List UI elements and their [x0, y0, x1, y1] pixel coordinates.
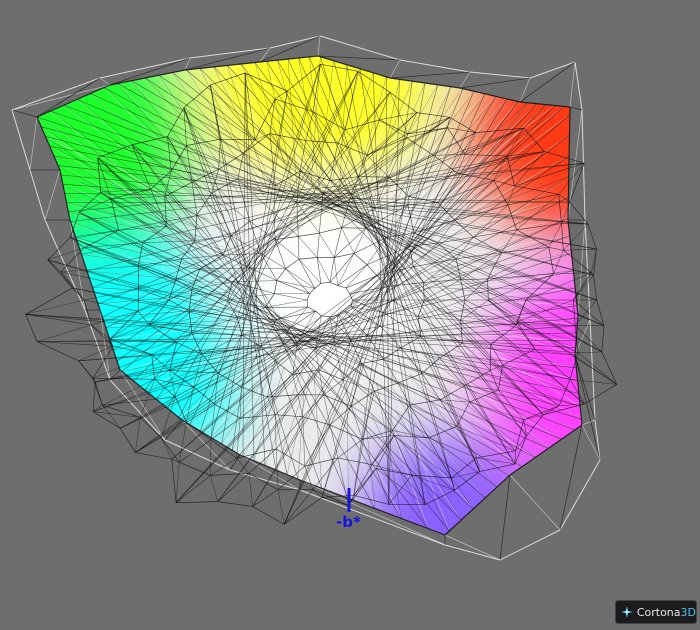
reference-boundary	[269, 35, 321, 49]
mesh-edge	[47, 236, 71, 261]
boundary-strut	[499, 474, 511, 561]
mesh-edge	[176, 501, 218, 503]
mesh-edge	[92, 411, 121, 429]
mesh-edge	[210, 475, 219, 502]
mesh-edge	[92, 411, 141, 418]
boundary-strut	[569, 61, 576, 108]
mesh-edge	[102, 405, 121, 429]
boundary-strut	[29, 116, 38, 171]
mesh-edge	[587, 223, 597, 250]
mesh-edge	[236, 457, 250, 474]
mesh-edge	[175, 475, 211, 503]
mesh-edge	[596, 299, 605, 326]
mesh-edge	[210, 457, 237, 476]
mesh-edge	[321, 497, 349, 506]
reference-boundary	[189, 47, 271, 59]
cortona-star-icon	[620, 605, 633, 619]
mesh-edge	[179, 462, 211, 476]
mesh-edge	[210, 473, 249, 476]
reference-boundary	[399, 59, 471, 73]
mesh-edge	[248, 473, 253, 507]
boundary-strut	[559, 424, 583, 531]
mesh-edge	[92, 382, 96, 412]
boundary-strut	[577, 219, 586, 316]
mesh-edge	[95, 381, 103, 406]
color-gamut-3d-view[interactable]	[0, 0, 700, 630]
boundary-strut	[389, 71, 471, 79]
mesh-edge	[569, 163, 585, 203]
3d-viewport[interactable]: -b* Cortona3D	[0, 0, 700, 630]
mesh-edge	[25, 287, 73, 315]
mesh-edge	[135, 417, 141, 453]
boundary-strut	[459, 71, 471, 89]
reference-boundary	[29, 169, 46, 221]
mesh-edge	[25, 299, 85, 315]
reference-boundary	[559, 459, 601, 531]
mesh-edge	[135, 452, 172, 460]
mesh-edge	[277, 489, 285, 525]
reference-boundary	[499, 529, 561, 561]
mesh-edge	[178, 422, 187, 463]
boundary-strut	[581, 424, 601, 461]
logo-accent-text: 3D	[680, 605, 696, 619]
mesh-edge	[593, 275, 598, 301]
boundary-strut	[11, 109, 38, 118]
mesh-edge	[217, 501, 253, 507]
boundary-strut	[317, 35, 321, 57]
reference-boundary	[529, 61, 576, 79]
mesh-edge	[36, 324, 92, 342]
mesh-edge	[175, 462, 180, 503]
mesh-edge	[171, 459, 177, 503]
boundary-strut	[99, 77, 111, 86]
reference-boundary	[11, 109, 31, 171]
reference-boundary	[594, 419, 601, 461]
boundary-strut	[44, 169, 61, 221]
mesh-edge	[577, 352, 617, 385]
mesh-edge	[78, 360, 94, 379]
reference-boundary	[469, 71, 531, 79]
mesh-edge	[252, 506, 285, 525]
reference-boundary	[574, 61, 583, 111]
boundary-strut	[581, 419, 596, 426]
mesh-edge	[36, 341, 79, 362]
mesh-edge	[119, 428, 136, 453]
mesh-edge	[248, 473, 279, 491]
boundary-strut	[389, 59, 401, 79]
mesh-edge	[139, 417, 162, 438]
mesh-edge	[83, 299, 92, 326]
b-axis-label: -b*	[336, 513, 361, 531]
boundary-strut	[459, 77, 531, 89]
cortona3d-logo[interactable]: Cortona3D	[615, 600, 697, 624]
mesh-edge	[577, 351, 602, 354]
mesh-edge	[584, 384, 617, 405]
mesh-edge	[601, 325, 605, 352]
mesh-edge	[593, 249, 597, 276]
mesh-edge	[92, 346, 114, 379]
mesh-edge	[252, 489, 279, 507]
mesh-edge	[37, 341, 114, 347]
mesh-edge	[217, 473, 250, 502]
boundary-strut	[569, 106, 583, 111]
mesh-edge	[25, 314, 38, 342]
boundary-strut	[509, 474, 561, 531]
logo-text: Cortona	[636, 605, 681, 619]
